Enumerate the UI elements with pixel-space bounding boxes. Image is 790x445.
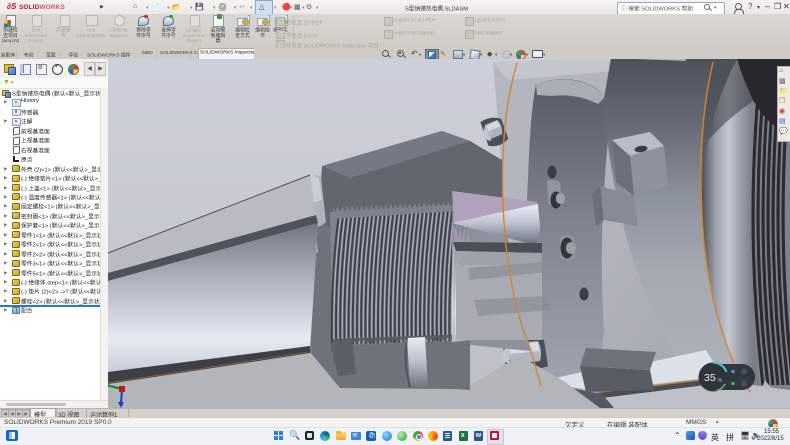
svg-text:35: 35: [704, 372, 716, 384]
svg-text:%: %: [718, 378, 723, 384]
